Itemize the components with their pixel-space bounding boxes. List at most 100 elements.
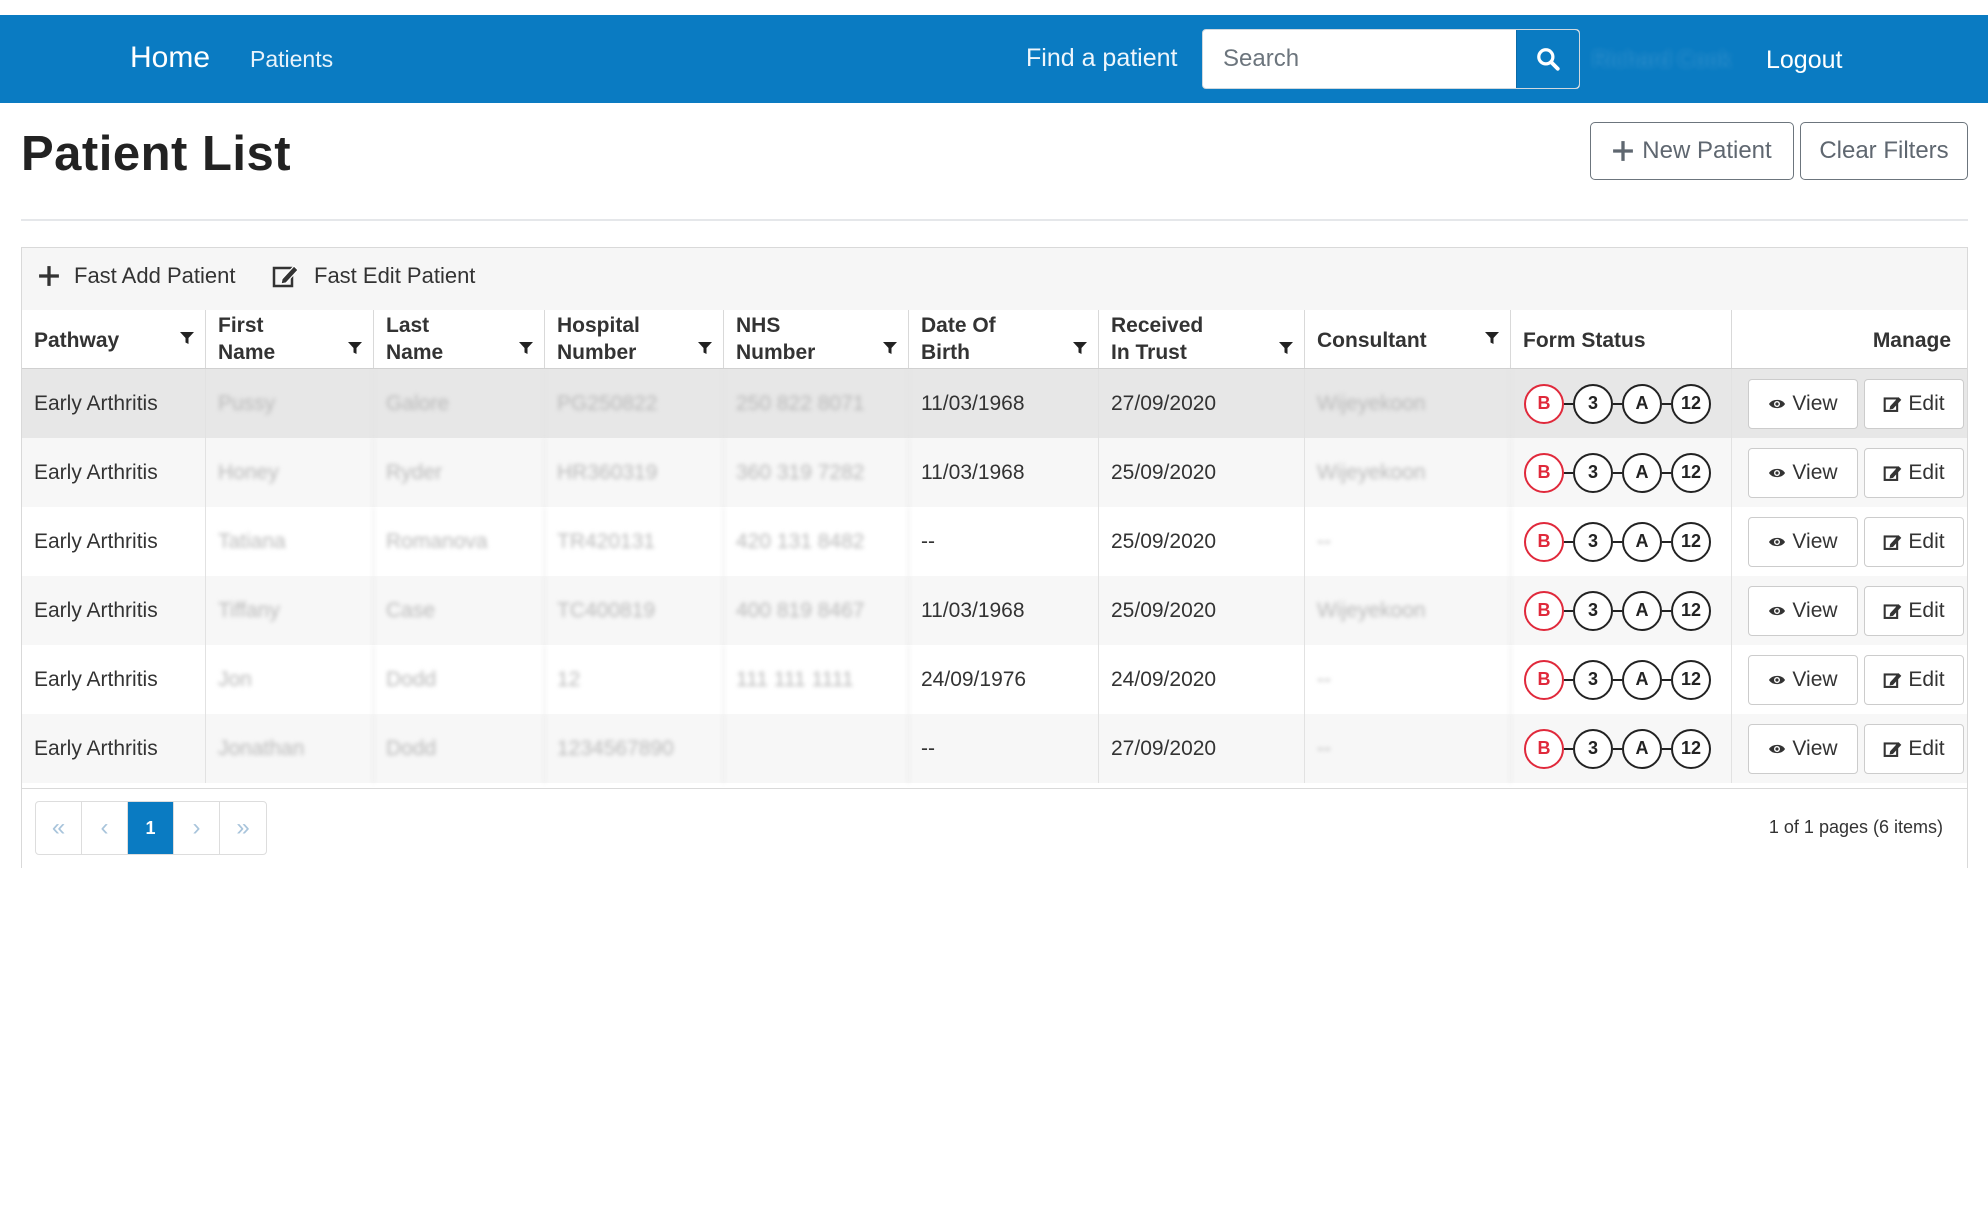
form-status-badge[interactable]: 3 [1564,521,1613,562]
form-status-badge[interactable]: B [1524,659,1564,700]
search-input[interactable] [1203,30,1513,88]
new-patient-button[interactable]: New Patient [1590,122,1794,180]
filter-icon[interactable] [347,340,363,356]
form-status-badge[interactable]: 12 [1662,383,1711,424]
col-consultant[interactable]: Consultant [1305,310,1511,368]
edit-button[interactable]: Edit [1864,517,1964,567]
cell-nhs-number [724,714,909,783]
pager-next-button[interactable]: › [174,802,220,854]
edit-button[interactable]: Edit [1864,586,1964,636]
form-status-badge[interactable]: 12 [1662,452,1711,493]
table-row[interactable]: Early Arthritis Tiffany Case TC400819 400 81… [22,576,1967,645]
cell-date-of-birth: -- [909,507,1099,576]
pager-page-1[interactable]: 1 [128,802,174,854]
edit-button[interactable]: Edit [1864,655,1964,705]
search-button[interactable] [1516,30,1579,88]
form-status-badge[interactable]: 12 [1662,659,1711,700]
form-status-badge[interactable]: A [1613,728,1662,769]
form-status-badge[interactable]: 3 [1564,383,1613,424]
filter-icon[interactable] [1484,330,1500,346]
cell-manage: View Edit [1732,369,1967,438]
form-status-badge[interactable]: A [1613,590,1662,631]
cell-form-status: B 3 A 12 [1511,369,1732,438]
form-status-badge[interactable]: 3 [1564,452,1613,493]
view-button[interactable]: View [1748,517,1858,567]
table-row[interactable]: Early Arthritis Honey Ryder HR360319 360 319… [22,438,1967,507]
pager-last-button[interactable]: » [220,802,266,854]
user-name[interactable]: Richard Cook [1592,46,1731,73]
navbar: Home Patients Find a patient Richard Coo… [0,15,1988,103]
edit-icon [272,265,299,288]
form-status-badge[interactable]: B [1524,452,1564,493]
nav-patients-link[interactable]: Patients [250,46,333,73]
clear-filters-button[interactable]: Clear Filters [1800,122,1968,180]
fast-edit-patient-button[interactable]: Fast Edit Patient [272,263,475,289]
table-row[interactable]: Early Arthritis Pussy Galore PG250822 250 82… [22,369,1967,438]
cell-manage: View Edit [1732,507,1967,576]
cell-manage: View Edit [1732,438,1967,507]
form-status-badge[interactable]: B [1524,383,1564,424]
table-row[interactable]: Early Arthritis Tatiana Romanova TR420131 42… [22,507,1967,576]
form-status-badge[interactable]: A [1613,521,1662,562]
edit-button[interactable]: Edit [1864,379,1964,429]
logout-link[interactable]: Logout [1766,46,1842,75]
edit-button[interactable]: Edit [1864,724,1964,774]
view-button[interactable]: View [1748,655,1858,705]
table-row[interactable]: Early Arthritis Jonathan Dodd 1234567890 -- 2… [22,714,1967,783]
col-last-name[interactable]: Last Name [374,310,545,368]
edit-button[interactable]: Edit [1864,448,1964,498]
col-received-in-trust[interactable]: Received In Trust [1099,310,1305,368]
col-first-name[interactable]: First Name [206,310,374,368]
edit-icon [1884,742,1902,757]
form-status-badge[interactable]: 3 [1564,590,1613,631]
cell-form-status: B 3 A 12 [1511,507,1732,576]
form-status-badge[interactable]: B [1524,521,1564,562]
form-status-badge[interactable]: A [1613,452,1662,493]
view-label: View [1792,461,1838,484]
nav-home-link[interactable]: Home [130,41,210,75]
form-status-badge[interactable]: 3 [1564,728,1613,769]
cell-received-in-trust: 25/09/2020 [1099,438,1305,507]
form-status-badge[interactable]: 12 [1662,590,1711,631]
pager-first-button[interactable]: « [36,802,82,854]
view-button[interactable]: View [1748,379,1858,429]
form-status-badge[interactable]: 3 [1564,659,1613,700]
cell-first-name: Jon [206,645,374,714]
fast-add-patient-button[interactable]: Fast Add Patient [38,263,235,289]
top-strip [0,0,1988,15]
form-status-badge[interactable]: B [1524,590,1564,631]
filter-icon[interactable] [179,330,195,346]
cell-last-name: Dodd [374,714,545,783]
col-first-name-l2: Name [218,341,276,364]
edit-icon [1884,604,1902,619]
cell-pathway: Early Arthritis [22,507,206,576]
pager-prev-button[interactable]: ‹ [82,802,128,854]
form-status-badge[interactable]: 12 [1662,521,1711,562]
cell-hospital-number: PG250822 [545,369,724,438]
filter-icon[interactable] [1072,340,1088,356]
filter-icon[interactable] [1278,340,1294,356]
view-button[interactable]: View [1748,448,1858,498]
table-row[interactable]: Early Arthritis Jon Dodd 12 111 111 1111 24/0… [22,645,1967,714]
cell-last-name: Romanova [374,507,545,576]
form-status-badge[interactable]: A [1613,659,1662,700]
form-status-badge[interactable]: B [1524,728,1564,769]
form-status-badge[interactable]: A [1613,383,1662,424]
filter-icon[interactable] [882,340,898,356]
col-nhs-number[interactable]: NHS Number [724,310,909,368]
view-button[interactable]: View [1748,724,1858,774]
cell-pathway: Early Arthritis [22,714,206,783]
col-pathway[interactable]: Pathway [22,310,206,368]
view-button[interactable]: View [1748,586,1858,636]
col-date-of-birth[interactable]: Date Of Birth [909,310,1099,368]
form-status-badge[interactable]: 12 [1662,728,1711,769]
find-patient-label: Find a patient [1026,44,1178,72]
view-label: View [1792,530,1838,553]
cell-first-name: Tiffany [206,576,374,645]
col-hospital-number[interactable]: Hospital Number [545,310,724,368]
filter-icon[interactable] [518,340,534,356]
cell-pathway: Early Arthritis [22,438,206,507]
cell-date-of-birth: 11/03/1968 [909,576,1099,645]
filter-icon[interactable] [697,340,713,356]
cell-first-name: Honey [206,438,374,507]
